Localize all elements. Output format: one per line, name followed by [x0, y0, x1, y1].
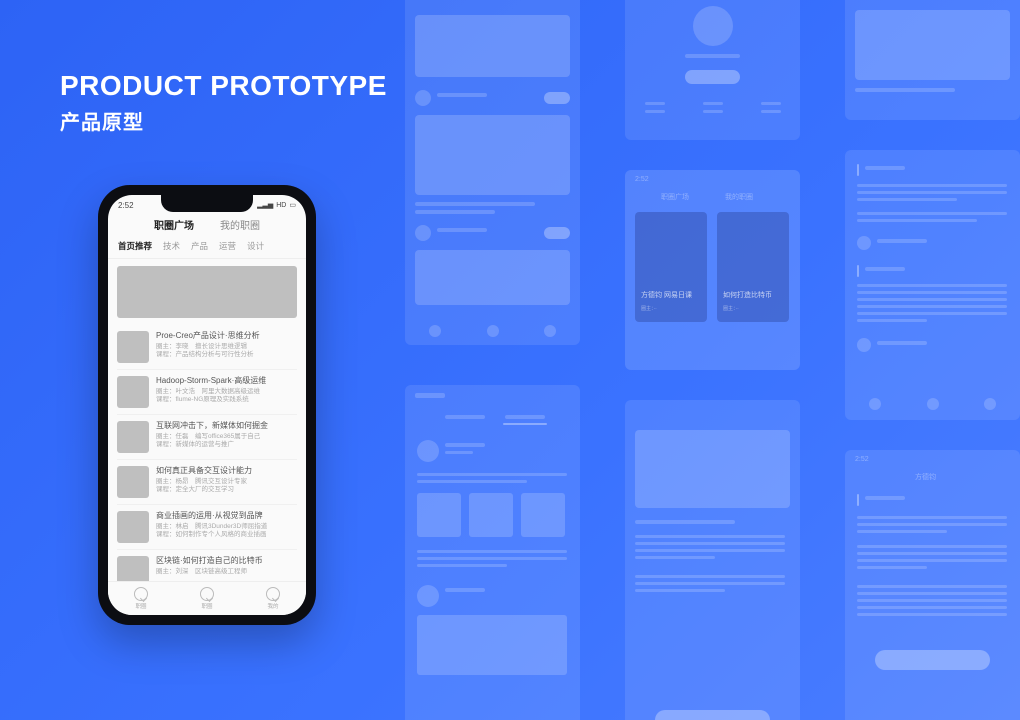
row-sub1: 圈主：李晓 擅长设计思维逻辑	[156, 343, 297, 351]
ghost-card-2: 如何打造比特币 圈主：··	[717, 212, 789, 322]
tab-label: 我的	[267, 602, 278, 610]
nav-tabs: 职圈广场 我的职圈	[108, 211, 306, 237]
ghost-screen-6	[845, 0, 1020, 120]
tab-item-0[interactable]: 职圈	[134, 587, 148, 610]
row-sub1: 圈主：刘深 区块链高级工程师	[156, 568, 297, 576]
row-title: Hadoop-Storm-Spark·高级运维	[156, 376, 297, 386]
list-item[interactable]: 商业插画的运用·从视觉到品牌 圈主：林启 腾讯3Dunder3D师屈指道 课程：…	[117, 505, 297, 550]
chat-icon	[134, 587, 148, 601]
ghost-nav-r: 我的职圈	[725, 192, 753, 202]
ghost-screen-5	[625, 400, 800, 720]
battery-icon: ▭	[289, 201, 296, 209]
ghost-screen-3	[625, 0, 800, 140]
ghost-screen-4: 2:52 职圈广场 我的职圈 方德钧 网易日课 圈主：·· 如何打造比特币 圈主…	[625, 170, 800, 370]
subtab-4[interactable]: 设计	[247, 240, 264, 252]
hero-banner[interactable]	[117, 266, 297, 318]
nav-tab-plaza[interactable]: 职圈广场	[154, 217, 194, 232]
ghost-nav-l: 职圈广场	[661, 192, 689, 202]
row-title: 商业插画的运用·从视觉到品牌	[156, 511, 297, 521]
row-sub2: 课程：定全大厂的交互学习	[156, 486, 297, 494]
title-block: PRODUCT PROTOTYPE 产品原型	[60, 70, 387, 135]
card2-title: 如何打造比特币	[723, 290, 772, 300]
nav-tab-mine[interactable]: 我的职圈	[220, 217, 260, 232]
row-sub2: 课程：flume-NG原理及实践系统	[156, 396, 297, 404]
subtab-0[interactable]: 首页推荐	[118, 240, 152, 252]
chat-icon	[266, 587, 280, 601]
row-text: 商业插画的运用·从视觉到品牌 圈主：林启 腾讯3Dunder3D师屈指道 课程：…	[156, 511, 297, 543]
row-sub1: 圈主：杨昂 腾讯交互设计专家	[156, 478, 297, 486]
list-item[interactable]: Proe-Creo产品设计·思维分析 圈主：李晓 擅长设计思维逻辑 课程：产品结…	[117, 325, 297, 370]
row-text: Proe-Creo产品设计·思维分析 圈主：李晓 擅长设计思维逻辑 课程：产品结…	[156, 331, 297, 363]
card2-sub: 圈主：··	[723, 305, 739, 312]
row-sub1: 圈主：叶文浩 阿里大数据高级运维	[156, 388, 297, 396]
tab-label: 职圈	[135, 602, 146, 610]
course-list: Proe-Creo产品设计·思维分析 圈主：李晓 擅长设计思维逻辑 课程：产品结…	[108, 325, 306, 595]
row-sub1: 圈主：任磊 编写office365属于自己	[156, 433, 297, 441]
status-time: 2:52	[118, 201, 134, 210]
list-item[interactable]: Hadoop-Storm-Spark·高级运维 圈主：叶文浩 阿里大数据高级运维…	[117, 370, 297, 415]
ghost-header: 方德钧	[915, 472, 936, 482]
signal-icon: ▂▃▅	[257, 201, 273, 209]
thumb-icon	[117, 331, 149, 363]
subtab-1[interactable]: 技术	[163, 240, 180, 252]
list-item[interactable]: 互联网冲击下，新媒体如何掘金 圈主：任磊 编写office365属于自己 课程：…	[117, 415, 297, 460]
list-item[interactable]: 如何真正具备交互设计能力 圈主：杨昂 腾讯交互设计专家 课程：定全大厂的交互学习	[117, 460, 297, 505]
tab-bar: 职圈 职圈 我的	[108, 581, 306, 615]
ghost-time-2: 2:52	[855, 456, 869, 463]
row-title: Proe-Creo产品设计·思维分析	[156, 331, 297, 341]
tab-item-1[interactable]: 职圈	[200, 587, 214, 610]
row-text: 互联网冲击下，新媒体如何掘金 圈主：任磊 编写office365属于自己 课程：…	[156, 421, 297, 453]
thumb-icon	[117, 376, 149, 408]
ghost-time: 2:52	[635, 176, 649, 183]
row-text: Hadoop-Storm-Spark·高级运维 圈主：叶文浩 阿里大数据高级运维…	[156, 376, 297, 408]
ghost-screen-7	[845, 150, 1020, 420]
ghost-card-1: 方德钧 网易日课 圈主：··	[635, 212, 707, 322]
row-sub2: 课程：产品结构分析与可行性分析	[156, 351, 297, 359]
subtab-2[interactable]: 产品	[191, 240, 208, 252]
thumb-icon	[117, 421, 149, 453]
chat-icon	[200, 587, 214, 601]
row-title: 如何真正具备交互设计能力	[156, 466, 297, 476]
tab-item-2[interactable]: 我的	[266, 587, 280, 610]
hd-label: HD	[276, 202, 286, 209]
row-title: 互联网冲击下，新媒体如何掘金	[156, 421, 297, 431]
card1-sub: 圈主：··	[641, 305, 657, 312]
sub-tabs: 首页推荐 技术 产品 运营 设计	[108, 237, 306, 259]
status-right: ▂▃▅ HD ▭	[257, 201, 296, 209]
row-title: 区块链·如何打造自己的比特币	[156, 556, 297, 566]
slide-canvas: PRODUCT PROTOTYPE 产品原型 2:52 ▂▃▅ HD ▭ 职圈广…	[0, 0, 1020, 720]
ghost-screen-1	[405, 0, 580, 345]
phone-screen: 2:52 ▂▃▅ HD ▭ 职圈广场 我的职圈 首页推荐 技术 产品 运营 设计	[108, 195, 306, 615]
row-text: 如何真正具备交互设计能力 圈主：杨昂 腾讯交互设计专家 课程：定全大厂的交互学习	[156, 466, 297, 498]
phone-notch	[161, 194, 253, 212]
row-sub1: 圈主：林启 腾讯3Dunder3D师屈指道	[156, 523, 297, 531]
ghost-screen-8: 2:52 方德钧	[845, 450, 1020, 720]
thumb-icon	[117, 466, 149, 498]
subtab-3[interactable]: 运营	[219, 240, 236, 252]
thumb-icon	[117, 511, 149, 543]
tab-label: 职圈	[201, 602, 212, 610]
row-sub2: 课程：如何制作专个人风格的商业插画	[156, 531, 297, 539]
row-sub2: 课程：新媒体的运营与推广	[156, 441, 297, 449]
card1-title: 方德钧 网易日课	[641, 290, 692, 300]
phone-frame: 2:52 ▂▃▅ HD ▭ 职圈广场 我的职圈 首页推荐 技术 产品 运营 设计	[98, 185, 316, 625]
title-en: PRODUCT PROTOTYPE	[60, 70, 387, 102]
title-zh: 产品原型	[60, 106, 387, 135]
ghost-screen-2	[405, 385, 580, 720]
